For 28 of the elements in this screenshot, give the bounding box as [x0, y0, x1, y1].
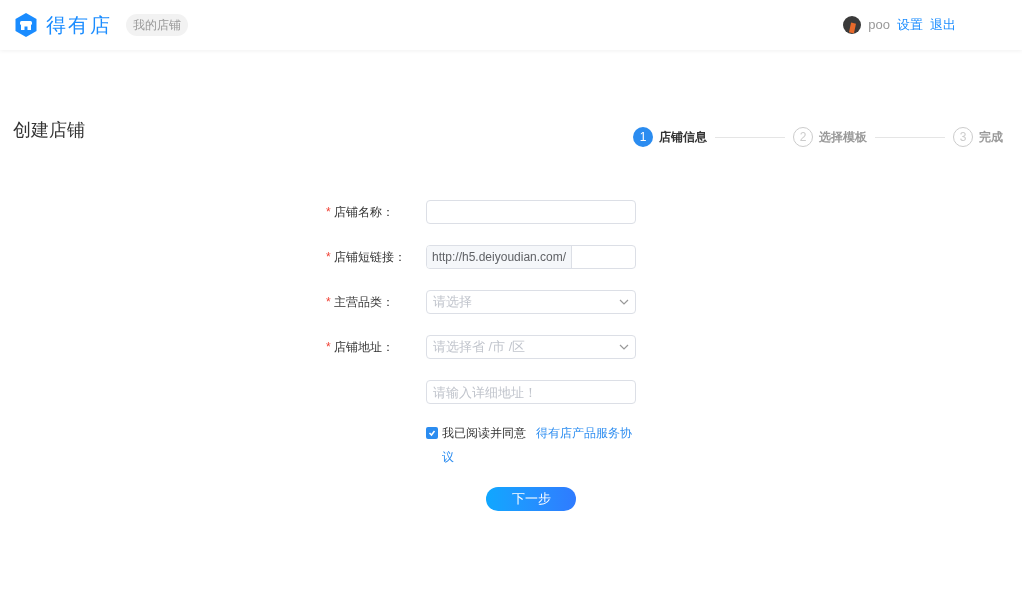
select-field[interactable]: 请选择省 /市 /区 [426, 335, 636, 359]
required-mark: * [326, 339, 331, 356]
agree-checkbox[interactable] [426, 427, 438, 439]
agreement-text: 我已阅读并同意 得有店产品服务协议 [442, 425, 633, 466]
field-label: 店铺地址： [333, 339, 394, 356]
page-title: 创建店铺 [13, 118, 85, 142]
header-link[interactable]: 设置 [897, 15, 923, 35]
shop-logo-icon [14, 12, 38, 38]
chevron-down-icon [619, 299, 629, 305]
text-field[interactable] [426, 200, 636, 224]
field-label: 店铺名称： [333, 204, 394, 221]
next-button[interactable]: 下一步 [486, 486, 576, 511]
link-field[interactable]: http://h5.deiyoudian.com/ [426, 245, 636, 269]
user-name: poo [868, 16, 890, 35]
step: 1 店铺信息 [633, 127, 707, 147]
logo-text: 得有店 [46, 13, 112, 38]
text-field[interactable]: 请输入详细地址！ [426, 380, 636, 404]
url-prefix: http://h5.deiyoudian.com/ [427, 246, 573, 268]
header-link[interactable]: 退出 [930, 15, 956, 35]
field-label: 主营品类： [333, 294, 394, 311]
chevron-down-icon [619, 344, 629, 350]
my-shop-badge[interactable]: 我的店铺 [126, 14, 188, 36]
required-mark: * [326, 249, 331, 266]
required-mark: * [326, 294, 331, 311]
user-avatar[interactable] [843, 16, 862, 34]
select-field[interactable]: 请选择 [426, 290, 636, 314]
field-label: 店铺短链接： [333, 249, 406, 266]
required-mark: * [326, 204, 331, 221]
